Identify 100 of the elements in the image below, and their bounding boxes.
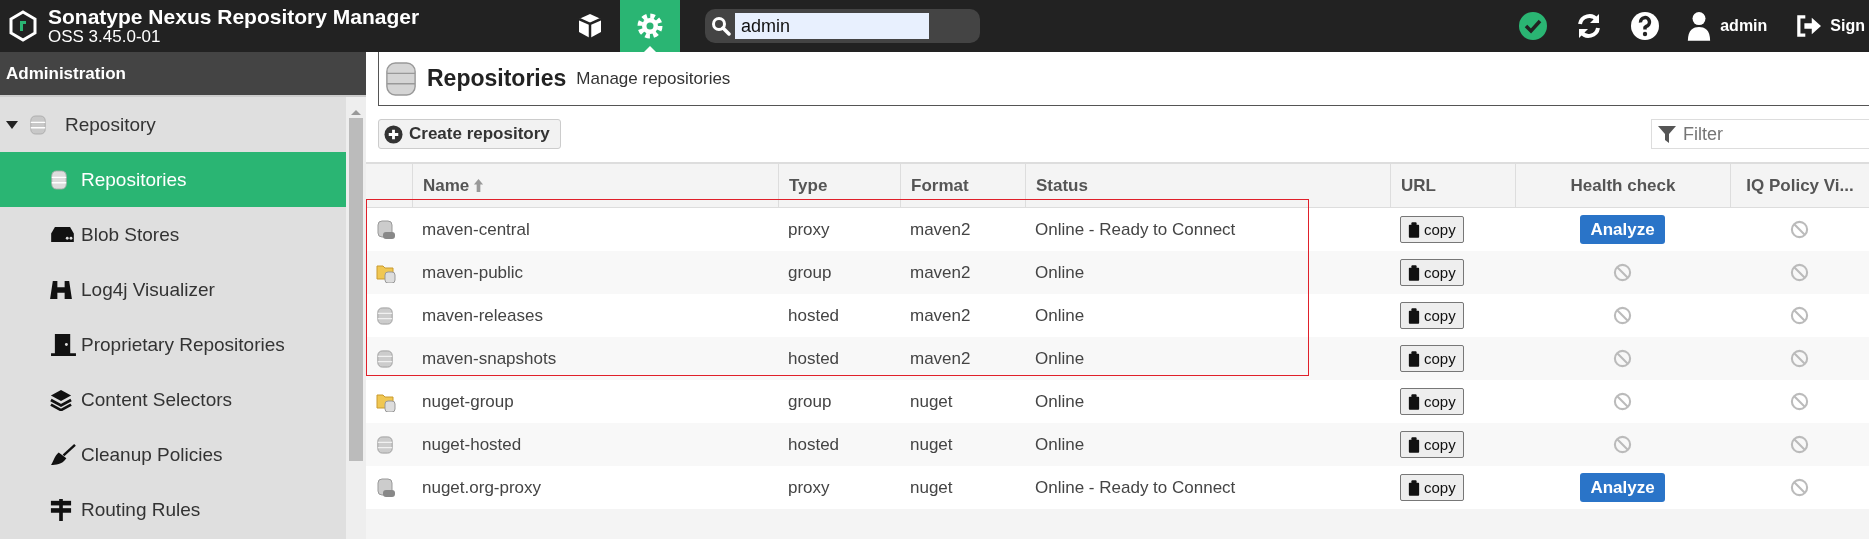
hosted-repository-icon: [376, 305, 394, 326]
table-cell-text: proxy: [787, 476, 831, 499]
table-cell-text: group: [787, 390, 833, 413]
unavailable-icon: [1790, 392, 1809, 411]
copy-button[interactable]: copy: [1400, 216, 1464, 243]
unavailable-icon: [1790, 478, 1809, 497]
create-repository-button[interactable]: Create repository: [378, 119, 561, 149]
proxy-repository-icon: [376, 477, 396, 498]
table-cell-text: proxy: [787, 218, 831, 241]
user-name[interactable]: admin: [1720, 17, 1768, 35]
user-icon[interactable]: [1686, 11, 1713, 41]
hosted-repository-icon: [376, 434, 394, 455]
table-cell-text: Online: [1034, 261, 1086, 284]
column-header[interactable]: Health check: [1515, 164, 1730, 207]
sign-out-link[interactable]: Sign: [1830, 17, 1865, 35]
database-icon: [29, 113, 47, 136]
unavailable-icon: [1613, 392, 1632, 411]
filter-icon: [1657, 124, 1677, 144]
column-header[interactable]: Format: [900, 164, 1025, 207]
unavailable-icon: [1790, 306, 1809, 325]
signpost-icon: [50, 498, 72, 521]
app-version: OSS 3.45.0-01: [48, 28, 162, 46]
unavailable-icon: [1613, 306, 1632, 325]
copy-button[interactable]: copy: [1400, 302, 1464, 329]
app-title: Sonatype Nexus Repository Manager: [48, 6, 420, 29]
table-cell-text: maven2: [909, 347, 972, 370]
unavailable-icon: [1790, 263, 1809, 282]
door-icon: [50, 333, 77, 356]
page-title: Repositories: [427, 65, 567, 92]
copy-button[interactable]: copy: [1400, 474, 1464, 501]
page-subtitle: Manage repositories: [576, 68, 731, 89]
clipboard-icon: [1408, 436, 1420, 453]
table-cell-text: hosted: [787, 433, 841, 456]
tree-item[interactable]: Repository: [0, 97, 346, 152]
table-cell-text: nuget.org-proxy: [421, 476, 543, 499]
search-field[interactable]: admin: [705, 9, 980, 43]
hosted-repository-icon: [376, 348, 394, 369]
column-header[interactable]: Type: [778, 164, 900, 207]
scrollbar[interactable]: [346, 97, 366, 539]
table-cell-text: Online: [1034, 347, 1086, 370]
copy-button[interactable]: copy: [1400, 345, 1464, 372]
drive-icon: [50, 226, 75, 243]
table-cell-text: maven-snapshots: [421, 347, 558, 370]
sidebar-item[interactable]: Blob Stores: [0, 207, 346, 262]
help-icon[interactable]: [1630, 11, 1661, 41]
table-cell-text: nuget-hosted: [421, 433, 523, 456]
layers-icon: [50, 388, 72, 411]
column-header[interactable]: IQ Policy Vi...: [1730, 164, 1869, 207]
table-cell-text: nuget-group: [421, 390, 515, 413]
table-cell-text: hosted: [787, 304, 841, 327]
group-repository-icon: [376, 262, 396, 283]
table-cell-text: maven2: [909, 218, 972, 241]
table-cell-text: maven2: [909, 304, 972, 327]
column-header[interactable]: Status: [1025, 164, 1390, 207]
panel-title: Administration: [6, 63, 126, 84]
table-cell-text: hosted: [787, 347, 841, 370]
table-cell-text: nuget: [909, 433, 954, 456]
broom-icon: [50, 443, 77, 466]
sidebar-item[interactable]: Proprietary Repositories: [0, 317, 346, 372]
table-cell-text: maven-public: [421, 261, 525, 284]
clipboard-icon: [1408, 479, 1420, 496]
clipboard-icon: [1408, 264, 1420, 281]
copy-button[interactable]: copy: [1400, 388, 1464, 415]
logo-icon: [8, 10, 38, 42]
unavailable-icon: [1613, 349, 1632, 368]
copy-button[interactable]: copy: [1400, 259, 1464, 286]
sidebar-item[interactable]: Log4j Visualizer: [0, 262, 346, 317]
table-cell-text: nuget: [909, 476, 954, 499]
table-cell-text: maven-central: [421, 218, 531, 241]
table-cell-text: maven2: [909, 261, 972, 284]
sidebar-item[interactable]: Content Selectors: [0, 372, 346, 427]
database-icon: [50, 168, 68, 191]
filter-field[interactable]: Filter: [1651, 119, 1869, 149]
proxy-repository-icon: [376, 219, 396, 240]
column-header[interactable]: URL: [1390, 164, 1515, 207]
table-cell-text: Online - Ready to Connect: [1034, 218, 1237, 241]
table-cell-text: maven-releases: [421, 304, 544, 327]
sidebar-item[interactable]: Routing Rules: [0, 482, 346, 537]
clipboard-icon: [1408, 307, 1420, 324]
table-cell-text: Online: [1034, 304, 1086, 327]
clipboard-icon: [1408, 393, 1420, 410]
unavailable-icon: [1613, 263, 1632, 282]
table-cell-text: Online: [1034, 433, 1086, 456]
sidebar-item[interactable]: Cleanup Policies: [0, 427, 346, 482]
table-cell-text: Online: [1034, 390, 1086, 413]
plus-icon: [384, 124, 403, 144]
table-cell-text: Online - Ready to Connect: [1034, 476, 1237, 499]
copy-button[interactable]: copy: [1400, 431, 1464, 458]
search-icon: [711, 16, 731, 36]
analyze-button[interactable]: Analyze: [1580, 215, 1665, 244]
clipboard-icon: [1408, 350, 1420, 367]
gear-icon: [635, 11, 665, 41]
database-icon: [385, 60, 417, 97]
analyze-button[interactable]: Analyze: [1580, 473, 1665, 502]
unavailable-icon: [1790, 435, 1809, 454]
group-repository-icon: [376, 391, 396, 412]
unavailable-icon: [1613, 435, 1632, 454]
table-cell-text: nuget: [909, 390, 954, 413]
status-check-icon[interactable]: [1518, 11, 1549, 41]
column-header[interactable]: Name: [412, 164, 778, 207]
